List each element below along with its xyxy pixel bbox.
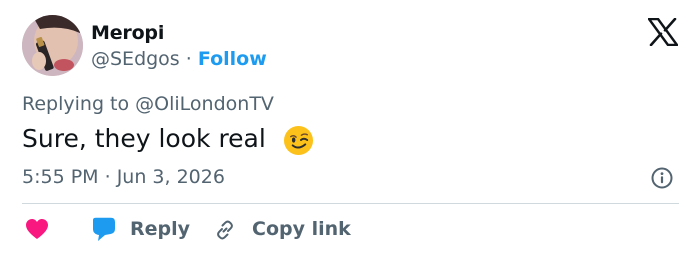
reply-button[interactable]: Reply: [130, 217, 190, 241]
info-icon[interactable]: [650, 166, 674, 190]
x-logo-icon[interactable]: [648, 18, 678, 46]
avatar[interactable]: [22, 15, 83, 76]
tweet-text: Sure, they look real: [22, 124, 266, 153]
handle[interactable]: @SEdgos: [91, 48, 180, 70]
replying-to: Replying to @OliLondonTV: [22, 92, 274, 116]
winking-face-emoji: [283, 125, 314, 156]
replying-prefix: Replying to: [22, 93, 130, 115]
separator: ·: [185, 48, 192, 70]
link-icon[interactable]: [213, 218, 237, 242]
embedded-tweet-card: Meropi @SEdgos · Follow Replying to @Oli…: [0, 0, 700, 256]
divider: [22, 203, 679, 204]
timestamp[interactable]: 5:55 PM · Jun 3, 2026: [22, 165, 225, 189]
follow-button[interactable]: Follow: [198, 48, 267, 70]
tweet-time: 5:55 PM: [22, 166, 99, 188]
copy-link-button[interactable]: Copy link: [252, 217, 351, 241]
handle-row: @SEdgos · Follow: [91, 47, 267, 71]
separator: ·: [104, 166, 111, 188]
display-name[interactable]: Meropi: [91, 21, 164, 45]
speech-bubble-icon[interactable]: [90, 217, 117, 242]
replying-handle[interactable]: @OliLondonTV: [135, 93, 274, 115]
tweet-date: Jun 3, 2026: [116, 166, 225, 188]
heart-icon[interactable]: [25, 218, 49, 240]
